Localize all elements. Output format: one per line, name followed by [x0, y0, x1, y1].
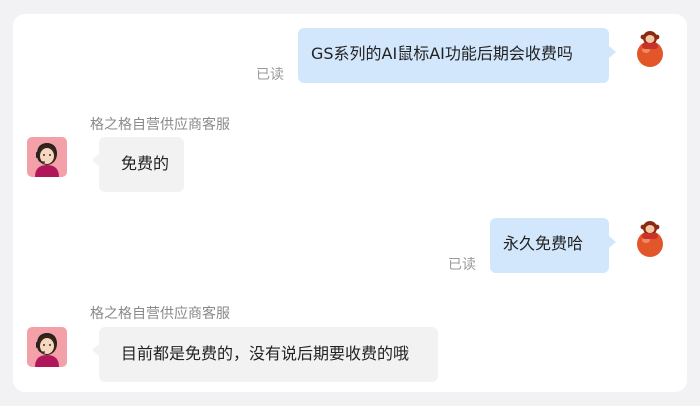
message-bubble[interactable]: 免费的 — [92, 137, 184, 192]
message-bubble[interactable]: GS系列的AI鼠标AI功能后期会收费吗 — [298, 28, 616, 83]
message-bubble[interactable]: 永久免费哈 — [490, 218, 616, 273]
read-status: 已读 — [256, 67, 284, 83]
sender-name: 格之格自营供应商客服 — [90, 306, 230, 322]
sender-name: 格之格自营供应商客服 — [90, 117, 230, 133]
read-status: 已读 — [448, 257, 476, 273]
monkey-on-ball-avatar-icon[interactable] — [630, 28, 670, 68]
message-bubble[interactable]: 目前都是免费的，没有说后期要收费的哦 — [92, 327, 438, 382]
customer-service-agent-avatar-icon[interactable] — [27, 327, 67, 367]
customer-service-agent-avatar-icon[interactable] — [27, 137, 67, 177]
monkey-on-ball-avatar-icon[interactable] — [630, 218, 670, 258]
